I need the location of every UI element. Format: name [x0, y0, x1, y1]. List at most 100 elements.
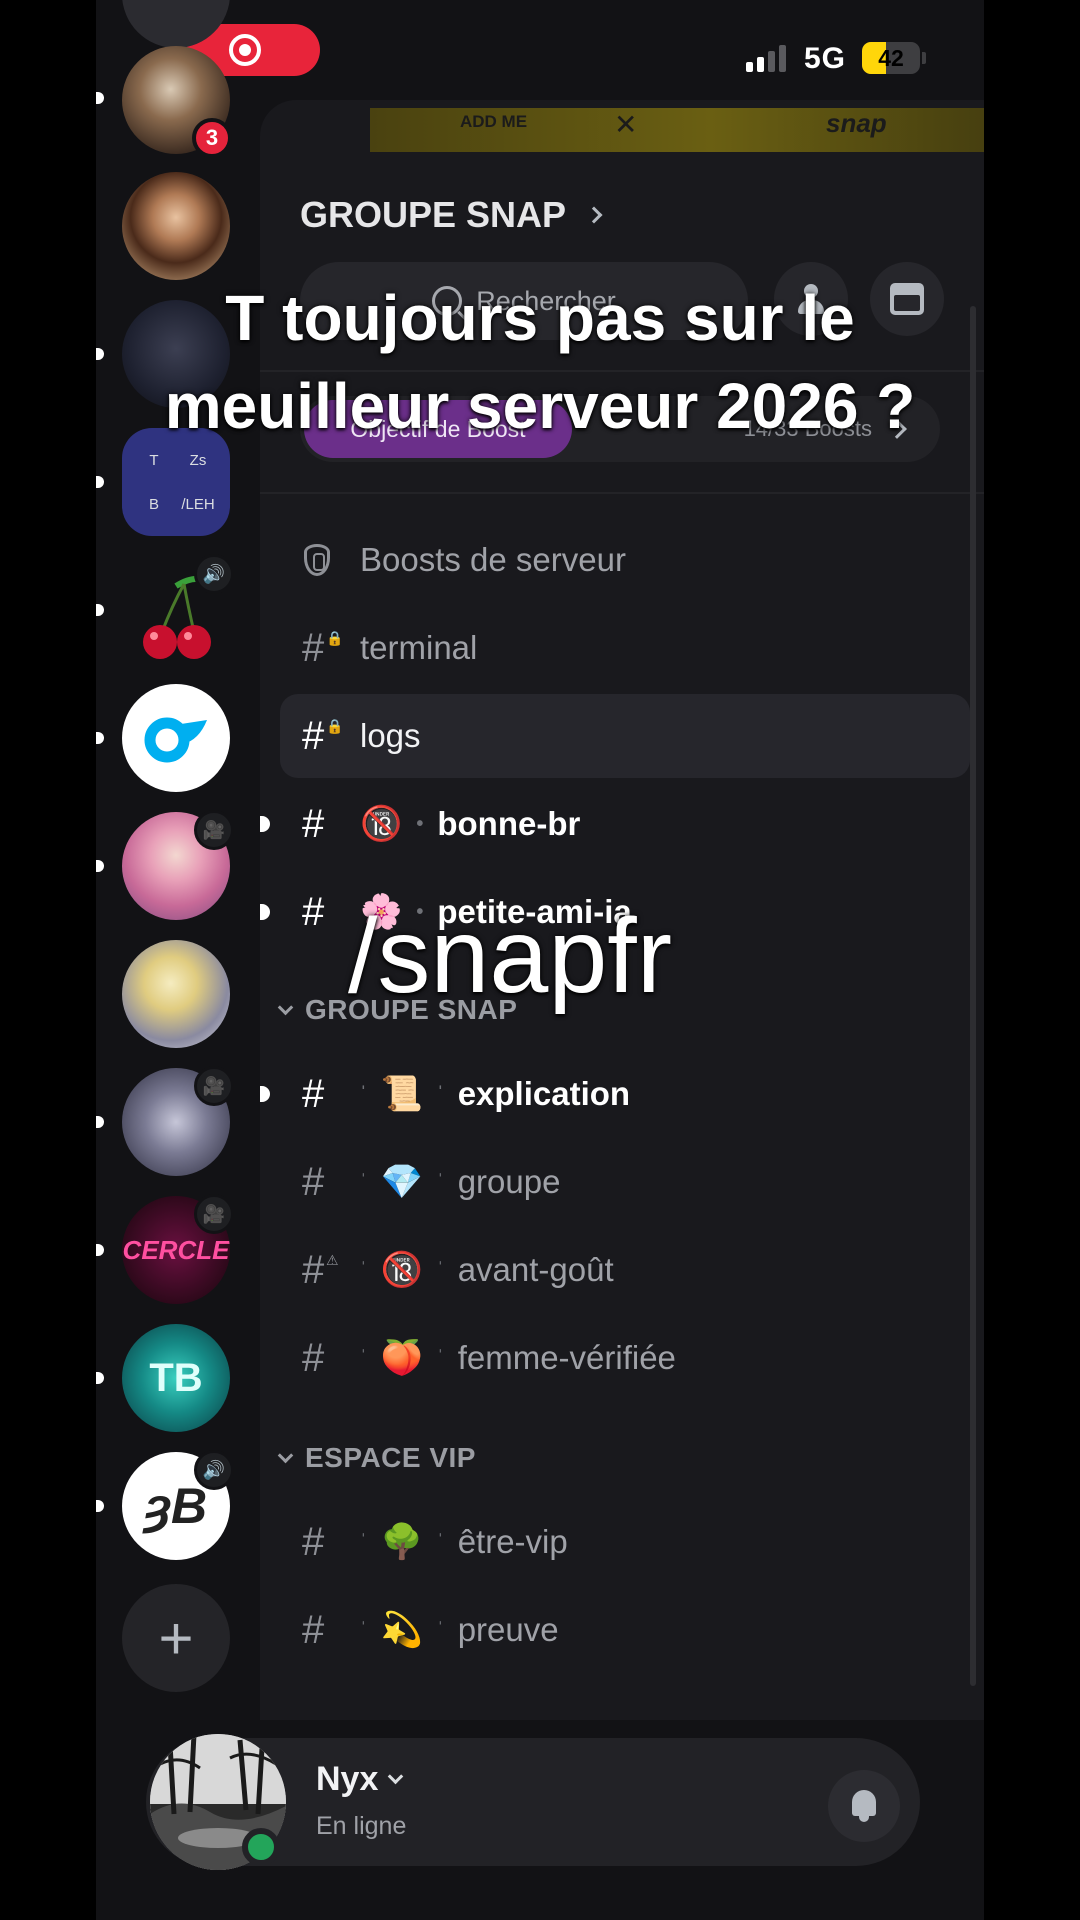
channel-label-group: ˈ 💎 ˈ groupe: [360, 1162, 560, 1202]
hash-icon: #: [302, 1159, 325, 1204]
separator: ˈ: [437, 1530, 444, 1553]
channel-groupe[interactable]: # ˈ 💎 ˈ groupe: [280, 1140, 970, 1224]
notifications-button[interactable]: [828, 1770, 900, 1842]
channel-explication[interactable]: # ˈ 📜 ˈ explication: [260, 1052, 970, 1136]
channel-label: groupe: [457, 1163, 561, 1200]
separator: ˈ: [437, 1170, 444, 1193]
separator: ˈ: [360, 1170, 367, 1193]
chevron-right-icon: [585, 206, 603, 224]
separator: ˈ: [437, 1082, 444, 1105]
hash-icon: #: [302, 1071, 325, 1116]
overlay-caption-line: meuilleur serveur 2026 ?: [164, 370, 916, 442]
folder-tile: /LEH: [181, 495, 215, 513]
channel-label: femme-vérifiée: [457, 1339, 676, 1376]
channel-label-group: ˈ 🍑 ˈ femme-vérifiée: [360, 1338, 676, 1378]
of-logo-icon: [144, 717, 207, 763]
overlay-tag: /snapfr: [347, 897, 673, 1015]
speaker-icon: 🔊: [194, 1450, 234, 1490]
server-icon-onlyfans[interactable]: [122, 684, 230, 792]
banner-art-x: ✕: [614, 109, 638, 140]
record-icon: [229, 34, 261, 66]
add-server-button[interactable]: +: [122, 1584, 230, 1692]
tb-logo: TB: [149, 1355, 203, 1400]
chevron-down-icon: [277, 1447, 294, 1463]
channel-terminal[interactable]: # 🔒 terminal: [280, 606, 970, 690]
separator: ˈ: [437, 1618, 444, 1641]
user-status: En ligne: [316, 1812, 407, 1840]
hash-icon: #: [302, 801, 325, 846]
video-icon: 🎥: [194, 810, 234, 850]
channel-emoji: 💎: [380, 1163, 424, 1201]
unread-indicator: [96, 1500, 104, 1512]
channel-label: bonne-br: [437, 805, 581, 842]
hash-icon: #: [302, 1607, 325, 1652]
category-name: ESPACE VIP: [305, 1442, 476, 1473]
unread-indicator: [96, 732, 104, 744]
channel-avant-gout[interactable]: # ⚠ ˈ 🔞 ˈ avant-goût: [280, 1228, 970, 1312]
banner-art-snap: snap: [826, 108, 887, 138]
channel-label: être-vip: [457, 1523, 568, 1560]
channel-label: Boosts de serveur: [360, 541, 626, 578]
server-name: GROUPE SNAP: [300, 194, 567, 235]
unread-indicator: [96, 476, 104, 488]
channel-emoji: 🔞: [360, 805, 403, 843]
channel-femme-verifiee[interactable]: # ˈ 🍑 ˈ femme-vérifiée: [280, 1316, 970, 1400]
hash-lock-icon: # 🔒: [302, 625, 344, 670]
battery-tip: [922, 52, 926, 64]
channel-preuve[interactable]: # ˈ 💫 ˈ preuve: [280, 1588, 970, 1672]
signal-icon: [746, 44, 786, 72]
bell-icon: [849, 1790, 879, 1822]
channel-label: logs: [360, 717, 421, 754]
video-icon: 🎥: [194, 1194, 234, 1234]
folder-tile: T: [149, 451, 159, 469]
channel-emoji: 📜: [380, 1075, 424, 1113]
channel-label-group: ˈ 🌳 ˈ être-vip: [360, 1522, 568, 1562]
user-name: Nyx: [316, 1760, 379, 1798]
hash-warning-icon: # ⚠: [302, 1247, 339, 1292]
shield-icon: [304, 544, 330, 576]
video-icon: 🎥: [194, 1066, 234, 1106]
notification-badge: 3: [192, 118, 232, 158]
unread-indicator: [96, 860, 104, 872]
plus-icon: +: [158, 1604, 194, 1672]
channel-label-group: ˈ 🔞 ˈ avant-goût: [360, 1250, 614, 1290]
channel-boosts[interactable]: Boosts de serveur: [280, 518, 970, 602]
network-type: 5G: [804, 42, 847, 75]
folder-tile: B: [148, 495, 159, 513]
divider: [260, 492, 984, 494]
channel-label-group: ˈ 📜 ˈ explication: [360, 1074, 630, 1114]
battery-level: 42: [878, 44, 904, 71]
channel-label: explication: [457, 1075, 631, 1112]
channel-label: avant-goût: [457, 1251, 614, 1288]
channel-emoji: 💫: [380, 1611, 424, 1649]
server-banner[interactable]: ADD ME ✕ snap: [370, 108, 984, 152]
separator: ˈ: [360, 1530, 367, 1553]
category-espace-vip[interactable]: ESPACE VIP: [277, 1442, 476, 1474]
cercle-logo: CERCLE: [122, 1234, 230, 1265]
server-icon-tb[interactable]: TB: [122, 1324, 230, 1432]
unread-indicator: [96, 1116, 104, 1128]
channel-etre-vip[interactable]: # ˈ 🌳 ˈ être-vip: [280, 1500, 970, 1584]
hash-icon: #: [302, 1519, 325, 1564]
unread-indicator: [96, 604, 104, 616]
unread-indicator: [260, 816, 270, 832]
separator: ˈ: [360, 1082, 367, 1105]
user-name-row[interactable]: Nyx: [316, 1760, 404, 1799]
separator: •: [416, 812, 424, 835]
banner-art-text: ADD ME: [460, 112, 528, 131]
separator: ˈ: [437, 1346, 444, 1369]
channel-label: terminal: [360, 629, 478, 666]
channel-bonne-br[interactable]: # 🔞 • bonne-br: [260, 782, 970, 866]
channel-emoji: 🍑: [380, 1339, 424, 1377]
server-icon-2[interactable]: [122, 172, 230, 280]
channel-label-group: ˈ 💫 ˈ preuve: [360, 1610, 559, 1650]
channel-emoji: 🔞: [380, 1251, 424, 1289]
unread-indicator: [96, 1372, 104, 1384]
online-status-icon: [242, 1828, 280, 1866]
channel-emoji: 🌳: [380, 1523, 424, 1561]
server-header[interactable]: GROUPE SNAP: [300, 194, 603, 236]
channel-logs[interactable]: # 🔒 logs: [280, 694, 970, 778]
unread-indicator: [96, 1244, 104, 1256]
speaker-icon: 🔊: [194, 554, 234, 594]
overlay-caption: T toujours pas sur le meuilleur serveur …: [0, 274, 1080, 450]
